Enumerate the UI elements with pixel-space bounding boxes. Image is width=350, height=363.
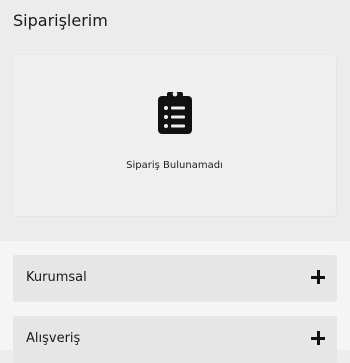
plus-icon[interactable] <box>311 331 325 345</box>
accordion-kurumsal[interactable]: Kurumsal <box>13 255 337 302</box>
orders-section: Siparişlerim Sipariş Bulunamadı <box>0 0 350 241</box>
empty-orders-card: Sipariş Bulunamadı <box>13 55 336 216</box>
accordion-label: Alışveriş <box>26 331 81 346</box>
clipboard-list-icon <box>158 91 192 134</box>
accordion-label: Kurumsal <box>26 270 87 285</box>
plus-icon[interactable] <box>311 270 325 284</box>
footer-links: Kurumsal Alışveriş <box>0 241 350 363</box>
empty-orders-message: Sipariş Bulunamadı <box>126 160 223 171</box>
accordion-alisveris[interactable]: Alışveriş <box>13 316 337 363</box>
page-title: Siparişlerim <box>13 11 108 30</box>
